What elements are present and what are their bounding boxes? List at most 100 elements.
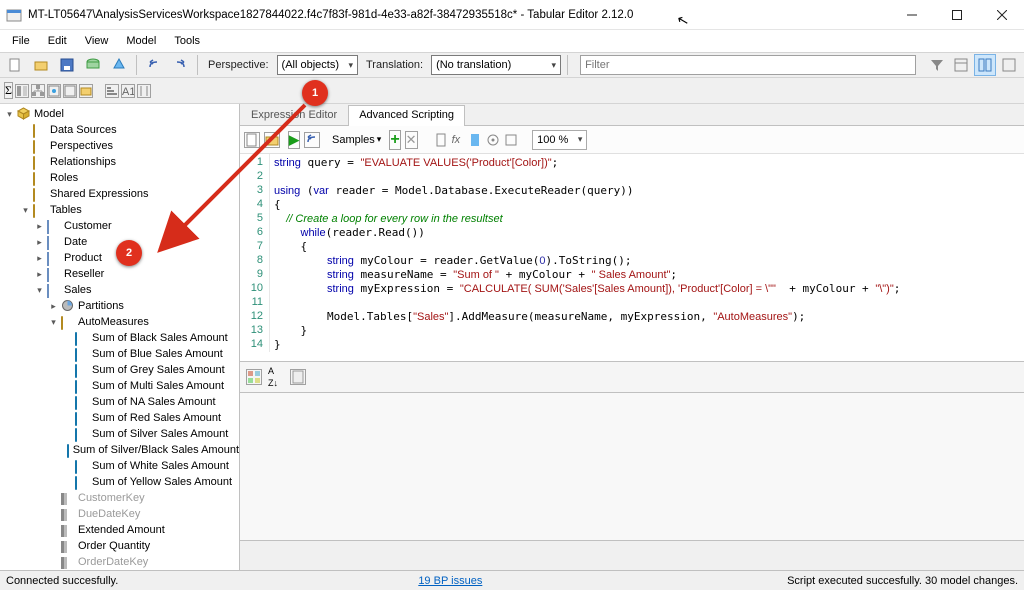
tree-node[interactable]: Sum of Red Sales Amount bbox=[0, 410, 239, 426]
expander-icon[interactable]: ▾ bbox=[34, 285, 45, 296]
view-list-button[interactable] bbox=[974, 54, 996, 76]
tree-node[interactable]: Roles bbox=[0, 170, 239, 186]
sort-desc-button[interactable] bbox=[137, 84, 151, 98]
filter-toggle-button[interactable] bbox=[926, 54, 948, 76]
deploy-button[interactable] bbox=[108, 54, 130, 76]
sort-asc-button[interactable] bbox=[105, 84, 119, 98]
tree-node[interactable]: Sum of Silver/Black Sales Amount bbox=[0, 442, 239, 458]
alphabetize-button[interactable]: AZ↓ bbox=[268, 365, 278, 389]
order-icon-button[interactable] bbox=[47, 84, 61, 98]
code-editor[interactable]: 1234567891011121314 string query = "EVAL… bbox=[240, 154, 1024, 361]
expander-icon[interactable]: ▸ bbox=[34, 269, 45, 280]
undo-button[interactable] bbox=[143, 54, 165, 76]
menu-view[interactable]: View bbox=[77, 33, 117, 49]
tree-node[interactable]: Data Sources bbox=[0, 122, 239, 138]
tree-root[interactable]: Model bbox=[34, 106, 64, 122]
tree-node[interactable]: ▸Partitions bbox=[0, 298, 239, 314]
connect-button[interactable] bbox=[82, 54, 104, 76]
expander-icon[interactable]: ▸ bbox=[34, 237, 45, 248]
menu-tools[interactable]: Tools bbox=[166, 33, 208, 49]
tree-label: CustomerKey bbox=[78, 490, 145, 506]
expander-icon[interactable]: ▸ bbox=[34, 221, 45, 232]
folder-icon bbox=[33, 171, 47, 185]
sum-icon-button[interactable]: Σ bbox=[4, 82, 13, 99]
expander-icon[interactable]: ▾ bbox=[48, 317, 59, 328]
samples-dropdown[interactable]: Samples ▾ bbox=[332, 134, 381, 146]
tree-node[interactable]: Order Quantity bbox=[0, 538, 239, 554]
expander-icon bbox=[20, 189, 31, 200]
menu-model[interactable]: Model bbox=[118, 33, 164, 49]
open-script-button[interactable] bbox=[264, 132, 280, 148]
filter-input[interactable] bbox=[580, 55, 916, 75]
tree-node[interactable]: Sum of NA Sales Amount bbox=[0, 394, 239, 410]
bookmark-button[interactable] bbox=[468, 133, 482, 147]
info-icon-button[interactable] bbox=[63, 84, 77, 98]
tab-advanced-scripting[interactable]: Advanced Scripting bbox=[348, 105, 465, 126]
menu-file[interactable]: File bbox=[4, 33, 38, 49]
run-script-button[interactable]: ▶ bbox=[288, 131, 300, 149]
folder-icon-button[interactable] bbox=[79, 84, 93, 98]
tree-label: Extended Amount bbox=[78, 522, 165, 538]
expander-icon bbox=[20, 141, 31, 152]
menu-edit[interactable]: Edit bbox=[40, 33, 75, 49]
tree-node[interactable]: Perspectives bbox=[0, 138, 239, 154]
categorize-button[interactable] bbox=[246, 369, 262, 385]
tree-node[interactable]: Sum of Blue Sales Amount bbox=[0, 346, 239, 362]
tree-node[interactable]: CustomerKey bbox=[0, 490, 239, 506]
expander-icon[interactable]: ▾ bbox=[20, 205, 31, 216]
tree-node[interactable]: Shared Expressions bbox=[0, 186, 239, 202]
undo-script-button[interactable] bbox=[304, 132, 320, 148]
reference-button[interactable] bbox=[434, 133, 448, 147]
tree-node[interactable]: ▸ Reseller bbox=[0, 266, 239, 282]
tree-node[interactable]: ▸Customer bbox=[0, 218, 239, 234]
tree-node[interactable]: Sum of Grey Sales Amount bbox=[0, 362, 239, 378]
minimize-button[interactable] bbox=[889, 0, 934, 30]
close-button[interactable] bbox=[979, 0, 1024, 30]
hierarchy-icon-button[interactable] bbox=[31, 84, 45, 98]
expander-icon bbox=[48, 493, 59, 504]
tab-expression-editor[interactable]: Expression Editor bbox=[240, 105, 348, 126]
tree-node[interactable]: Sum of Silver Sales Amount bbox=[0, 426, 239, 442]
tree-node[interactable]: Sum of Yellow Sales Amount bbox=[0, 474, 239, 490]
status-bp-link[interactable]: 19 BP issues bbox=[418, 575, 482, 587]
tree-node[interactable]: OrderDateKey bbox=[0, 554, 239, 570]
tree-node[interactable]: Extended Amount bbox=[0, 522, 239, 538]
view-tree-button[interactable] bbox=[950, 54, 972, 76]
status-script-result: Script executed succesfully. 30 model ch… bbox=[787, 575, 1018, 587]
tree-label: Perspectives bbox=[50, 138, 113, 154]
callout-2: 2 bbox=[116, 240, 142, 266]
new-script-button[interactable] bbox=[244, 132, 260, 148]
sort-type-button[interactable]: A1 bbox=[121, 84, 135, 98]
expander-icon[interactable]: ▸ bbox=[34, 253, 45, 264]
column-icon-button[interactable] bbox=[15, 84, 29, 98]
perspective-dropdown[interactable]: (All objects) bbox=[277, 55, 358, 75]
expander-icon[interactable]: ▸ bbox=[48, 301, 59, 312]
tree-node[interactable]: ▾Tables bbox=[0, 202, 239, 218]
zoom-dropdown[interactable]: 100 % bbox=[532, 130, 587, 150]
target-button[interactable] bbox=[486, 133, 500, 147]
add-button[interactable]: + bbox=[389, 130, 400, 150]
maximize-button[interactable] bbox=[934, 0, 979, 30]
property-page-button[interactable] bbox=[290, 369, 306, 385]
delete-button[interactable]: ✕ bbox=[405, 131, 418, 149]
tree-node[interactable]: Relationships bbox=[0, 154, 239, 170]
tree-node[interactable]: Sum of Multi Sales Amount bbox=[0, 378, 239, 394]
expand-button[interactable] bbox=[504, 133, 518, 147]
tree-label: Reseller bbox=[64, 266, 104, 282]
redo-button[interactable] bbox=[169, 54, 191, 76]
open-folder-button[interactable] bbox=[30, 54, 52, 76]
tree-node[interactable]: DueDateKey bbox=[0, 506, 239, 522]
tree-node[interactable]: Sum of Black Sales Amount bbox=[0, 330, 239, 346]
expander-icon[interactable]: ▾ bbox=[4, 109, 15, 120]
save-button[interactable] bbox=[56, 54, 78, 76]
new-file-button[interactable] bbox=[4, 54, 26, 76]
model-tree[interactable]: ▾ Model Data SourcesPerspectivesRelations… bbox=[0, 104, 240, 570]
function-button[interactable]: fx bbox=[452, 134, 461, 146]
tree-node[interactable]: ▾Sales bbox=[0, 282, 239, 298]
tree-node[interactable]: Sum of White Sales Amount bbox=[0, 458, 239, 474]
folder-icon bbox=[33, 139, 47, 153]
property-grid[interactable] bbox=[240, 393, 1024, 541]
tree-node[interactable]: ▾AutoMeasures bbox=[0, 314, 239, 330]
translation-dropdown[interactable]: (No translation) bbox=[431, 55, 561, 75]
view-panel-button[interactable] bbox=[998, 54, 1020, 76]
